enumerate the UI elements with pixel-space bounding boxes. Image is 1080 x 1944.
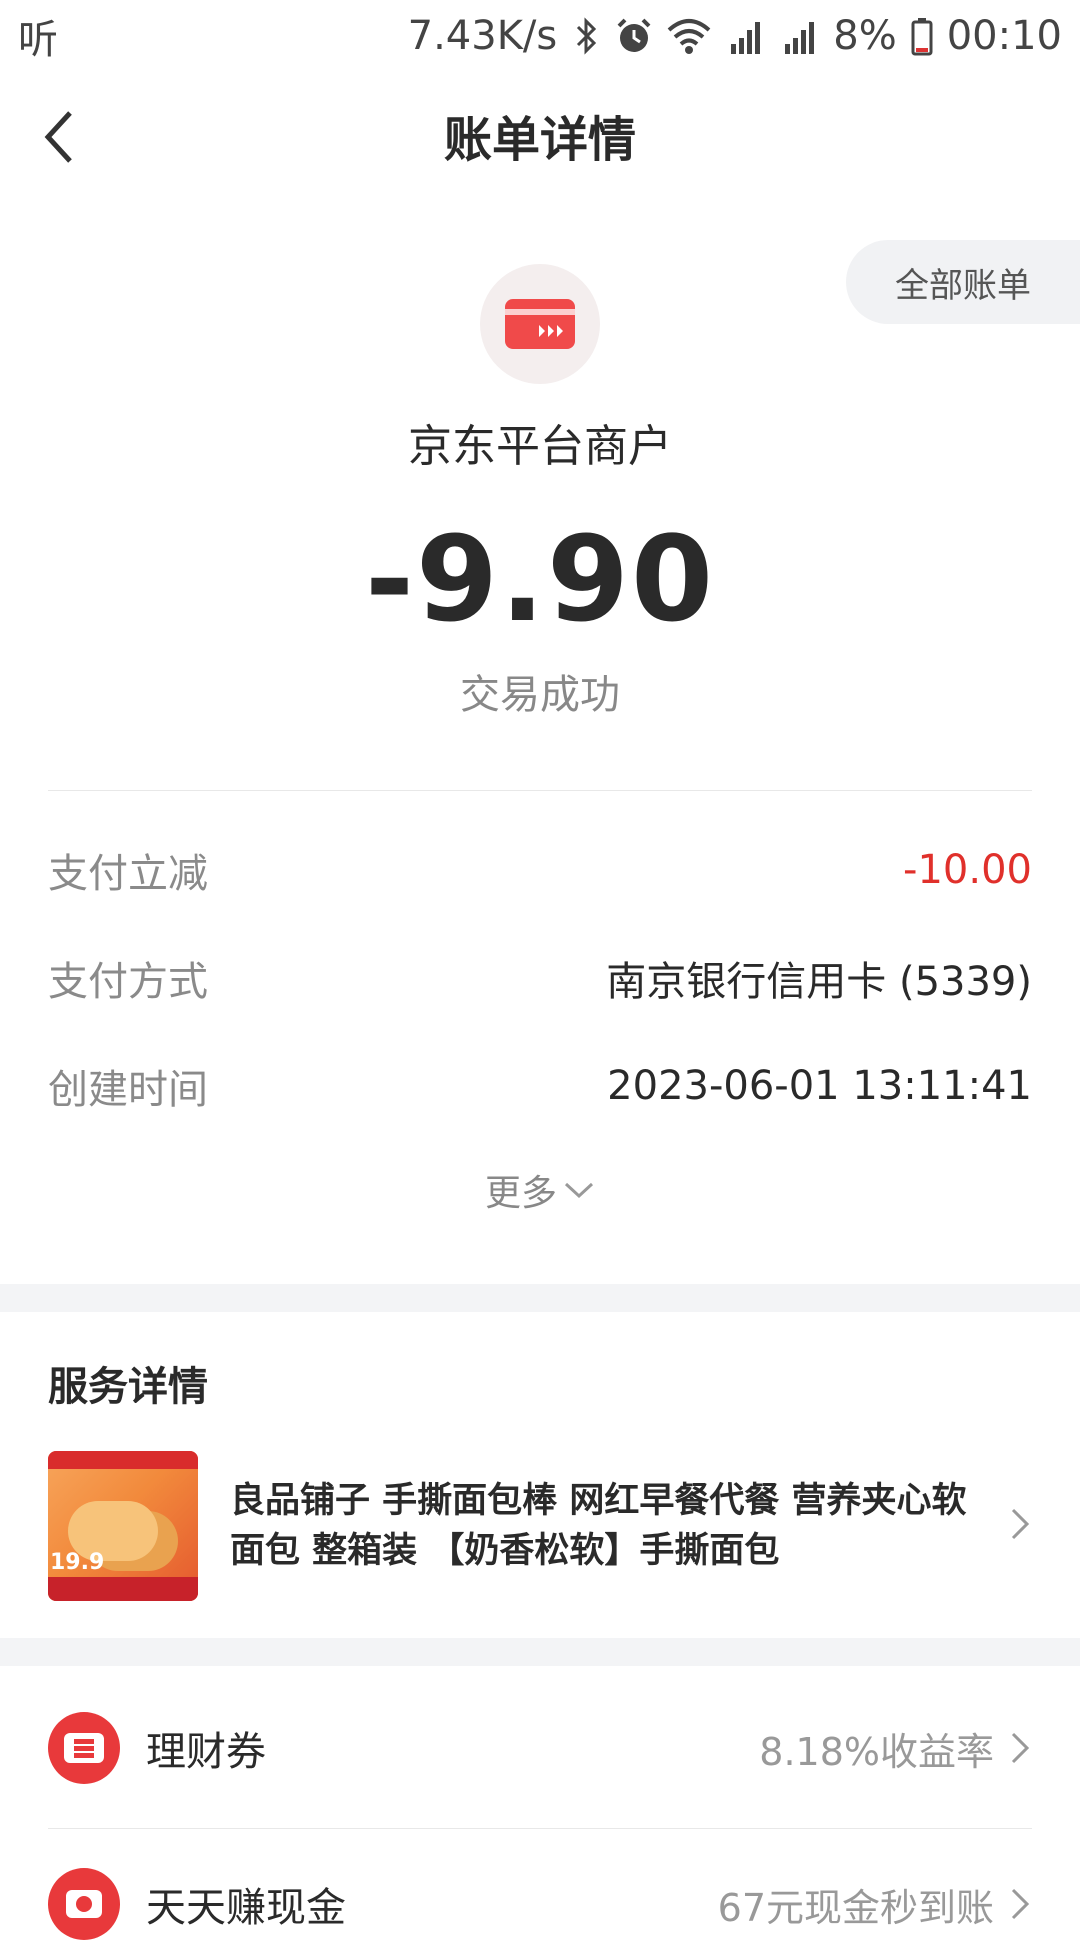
chevron-left-icon (44, 111, 72, 163)
promo-label: 天天赚现金 (146, 1885, 346, 1931)
thumb-price: 19.9 (50, 1550, 105, 1575)
battery-percent: 8% (833, 13, 897, 59)
bluetooth-icon (571, 16, 601, 56)
signal-4g-icon (725, 16, 765, 56)
more-label: 更多 (484, 1173, 557, 1214)
detail-value: 南京银行信用卡 (5339) (606, 959, 1032, 1005)
promo-value-text: 67元现金秒到账 (717, 1885, 994, 1930)
chevron-right-icon (1011, 1888, 1030, 1920)
chevron-right-icon (1011, 1732, 1030, 1764)
merchant-name: 京东平台商户 (408, 421, 672, 472)
status-bar: 听 7.43K/s 8% 00:10 (0, 0, 1080, 72)
coupon-icon (48, 1712, 120, 1784)
chevron-right-icon (1008, 1504, 1032, 1548)
transaction-status: 交易成功 (460, 672, 620, 718)
detail-row-payment-method: 支付方式 南京银行信用卡 (5339) (48, 946, 1032, 1010)
network-speed: 7.43K/s (407, 13, 558, 59)
wifi-icon (667, 16, 711, 56)
promo-label: 理财券 (146, 1729, 266, 1775)
chevron-down-icon (564, 1182, 594, 1199)
product-title: 良品铺子 手撕面包棒 网红早餐代餐 营养夹心软面包 整箱装 【奶香松软】手撕面包 (230, 1481, 967, 1571)
detail-value: 2023-06-01 13:11:41 (607, 1063, 1032, 1109)
nav-bar: 账单详情 (0, 80, 1080, 190)
transaction-amount: -9.90 (364, 510, 716, 648)
alarm-icon (615, 16, 653, 56)
detail-label: 支付方式 (48, 959, 208, 1005)
divider (48, 790, 1032, 791)
promo-value: 8.18%收益率 (759, 1721, 1032, 1776)
section-gap (0, 1284, 1080, 1312)
section-gap (0, 1638, 1080, 1666)
signal-e-icon (779, 16, 819, 56)
detail-row-discount: 支付立减 -10.00 (48, 838, 1032, 902)
product-item[interactable]: 19.9 良品铺子 手撕面包棒 网红早餐代餐 营养夹心软面包 整箱装 【奶香松软… (48, 1450, 1032, 1602)
promo-row-tiantian[interactable]: 天天赚现金 67元现金秒到账 (48, 1864, 1032, 1944)
merchant-card-icon (480, 264, 600, 384)
more-button[interactable]: 更多 (0, 1164, 1080, 1216)
promo-value-text: 8.18%收益率 (759, 1729, 994, 1774)
page-title: 账单详情 (443, 112, 636, 168)
promo-row-licaiquan[interactable]: 理财券 8.18%收益率 (48, 1708, 1032, 1788)
detail-value: -10.00 (903, 847, 1032, 893)
back-button[interactable] (40, 102, 110, 172)
detail-row-created-time: 创建时间 2023-06-01 13:11:41 (48, 1054, 1032, 1118)
cash-icon (48, 1868, 120, 1940)
service-section-title: 服务详情 (48, 1364, 208, 1410)
listen-app-icon: 听 (18, 17, 58, 63)
clock: 00:10 (946, 13, 1062, 59)
detail-label: 支付立减 (48, 851, 208, 897)
product-thumbnail: 19.9 (48, 1451, 198, 1601)
battery-icon (911, 16, 933, 56)
all-bills-button[interactable]: 全部账单 (846, 240, 1080, 324)
divider (48, 1828, 1032, 1829)
detail-label: 创建时间 (48, 1067, 208, 1113)
promo-value: 67元现金秒到账 (718, 1877, 1032, 1932)
